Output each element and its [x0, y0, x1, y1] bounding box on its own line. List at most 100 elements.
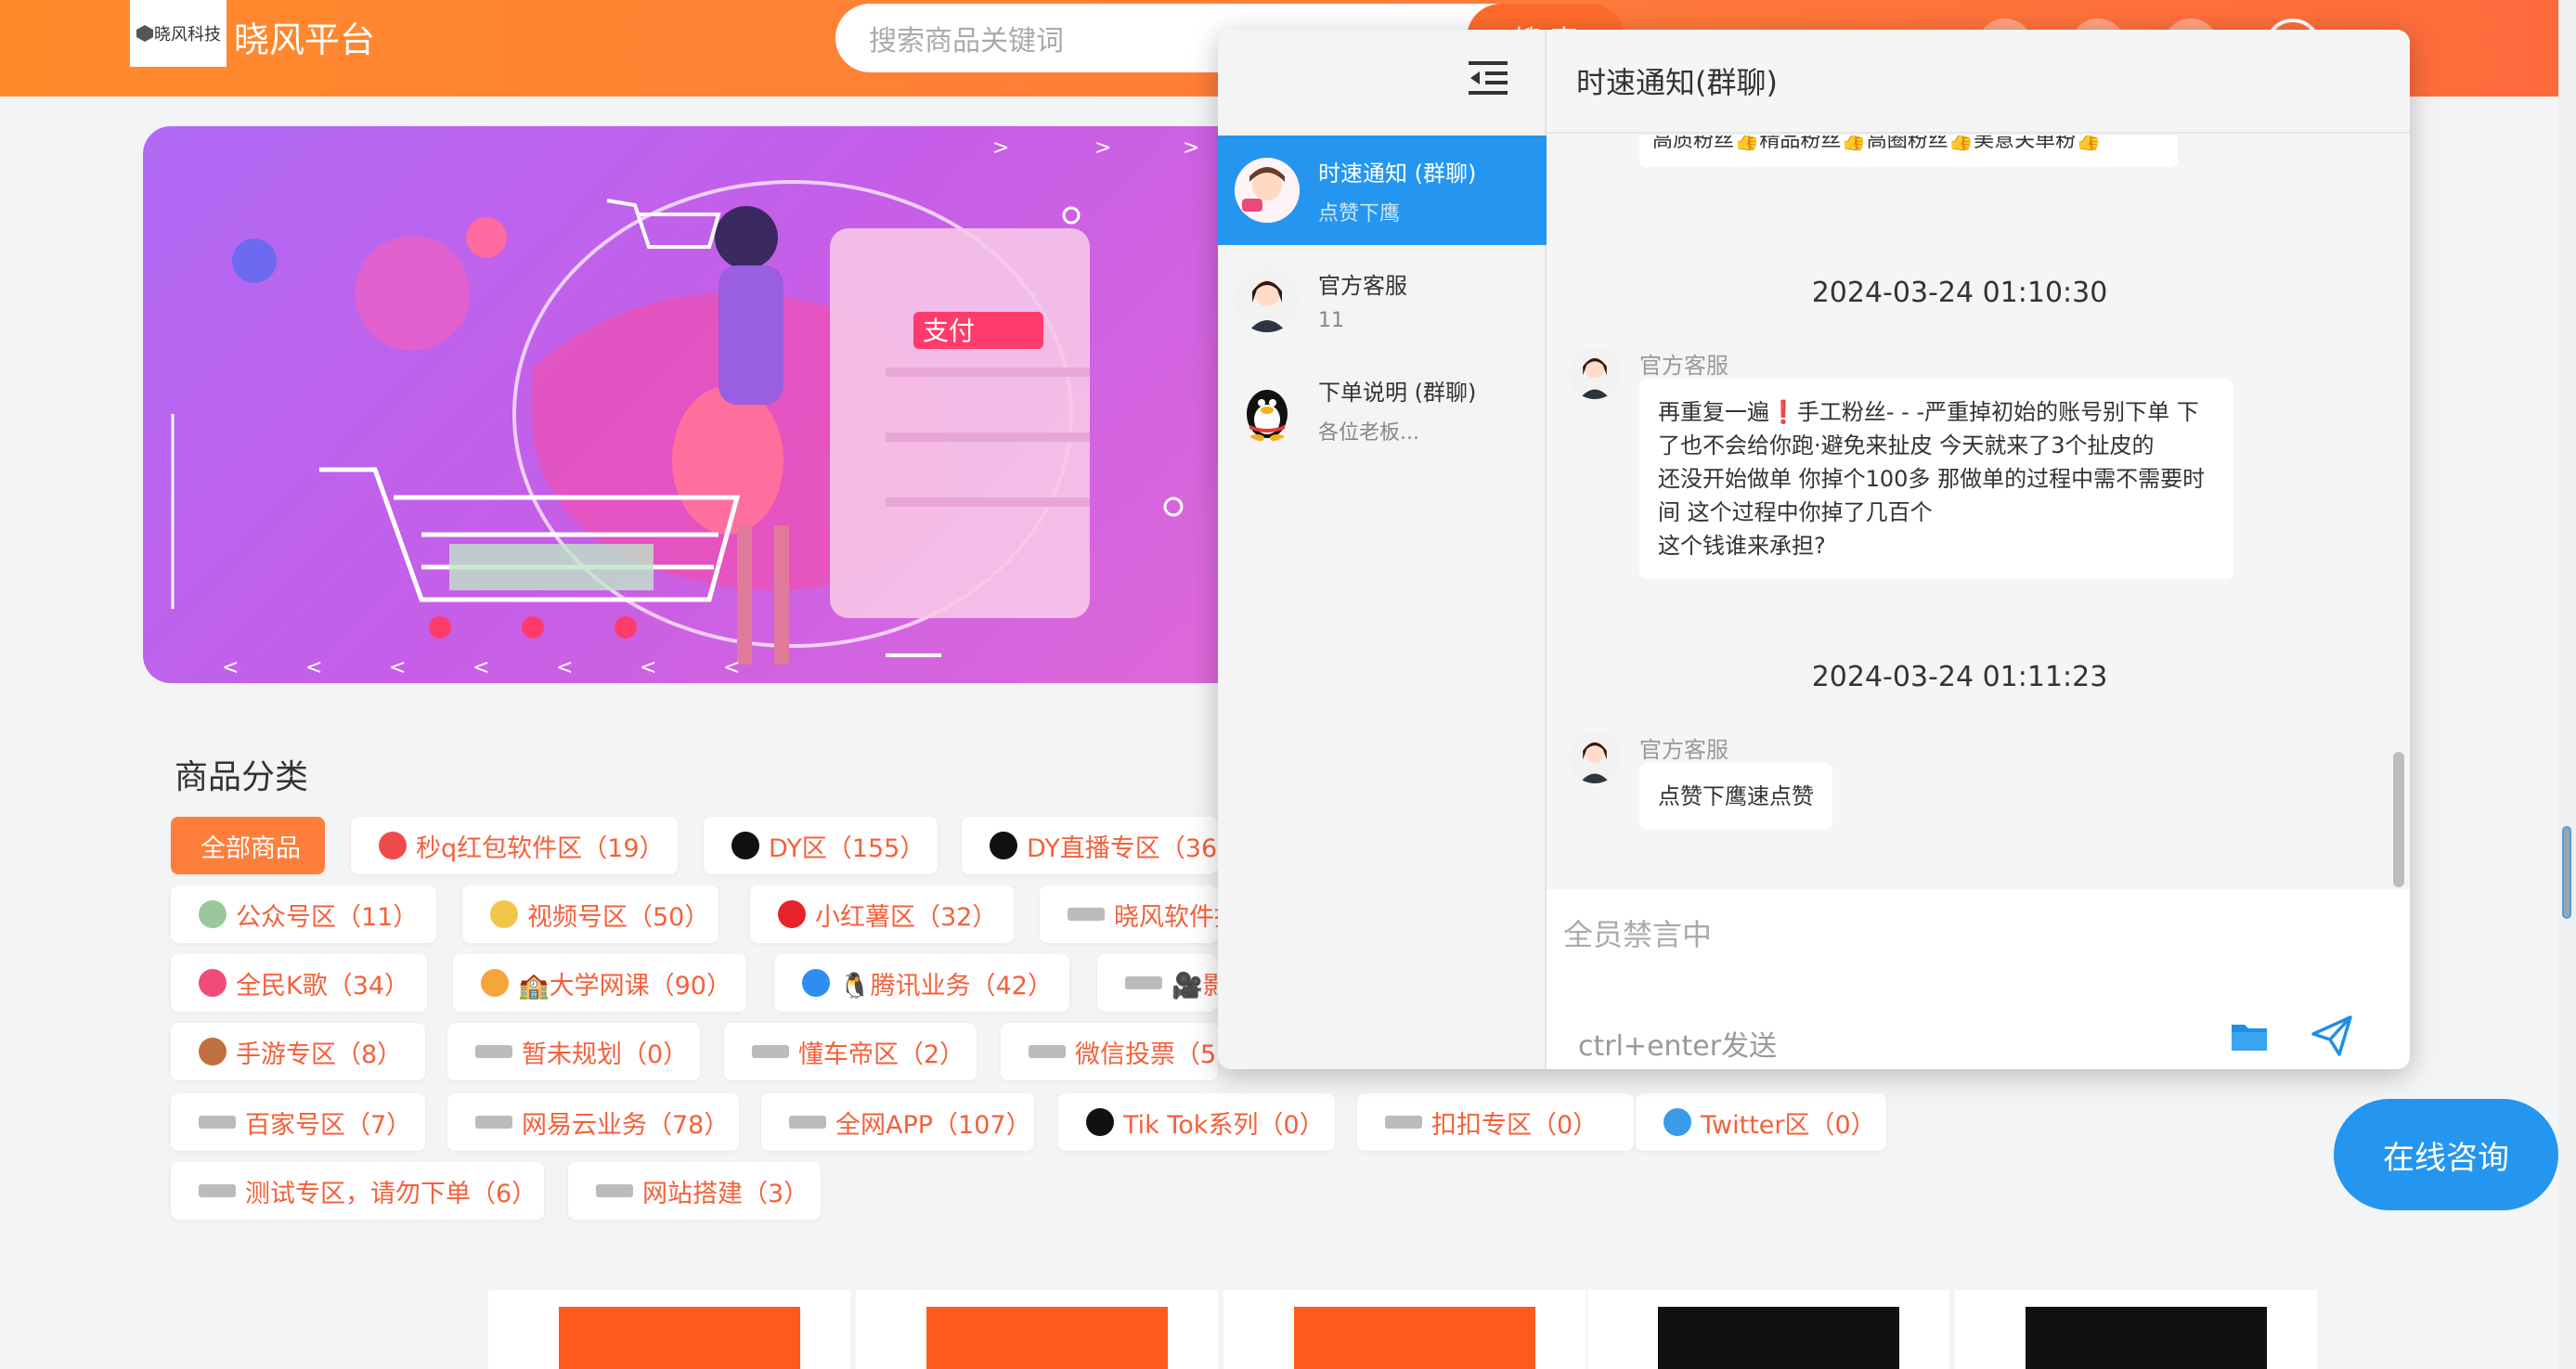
category-item[interactable]: 全网APP（107）	[761, 1093, 1034, 1151]
category-item[interactable]: 网站搭建（3）	[568, 1162, 821, 1220]
page-scrollbar[interactable]	[2558, 0, 2576, 1369]
category-item[interactable]: 懂车帝区（2）	[724, 1023, 977, 1080]
category-item[interactable]: 微信投票（5）	[1001, 1023, 1218, 1080]
brand-logo-icon	[789, 1116, 826, 1129]
sender-avatar	[1569, 347, 1621, 399]
red-circle-icon	[379, 832, 407, 859]
brand-logo-icon	[199, 1184, 236, 1197]
message-scrollbar-thumb[interactable]	[2393, 752, 2404, 887]
category-label: 全网APP（107）	[835, 1110, 1031, 1140]
promo-banner[interactable]: 支付 > > > < < < < < < <	[143, 126, 1405, 683]
svg-text:>: >	[1094, 136, 1111, 160]
category-label: 公众号区（11）	[236, 902, 419, 932]
category-label: 网易云业务（78）	[522, 1110, 730, 1140]
svg-text:<: <	[389, 656, 406, 679]
site-logo[interactable]: 晓风科技	[130, 0, 227, 67]
tiktok-icon	[990, 832, 1017, 859]
product-card[interactable]	[1955, 1290, 2317, 1369]
product-thumbnail	[1658, 1307, 1899, 1369]
qq-avatar	[1235, 377, 1300, 442]
product-card[interactable]	[1587, 1290, 1949, 1369]
conversation-preview: 点赞下鹰	[1318, 201, 1401, 226]
xiaohongshu-icon	[778, 900, 806, 928]
qq-penguin-icon	[1247, 390, 1288, 442]
product-card[interactable]	[488, 1290, 850, 1369]
send-icon[interactable]	[2310, 1014, 2354, 1058]
category-item[interactable]: 扣扣专区（0）	[1357, 1093, 1634, 1151]
category-label: 懂车帝区（2）	[798, 1040, 965, 1069]
page-scrollbar-thumb[interactable]	[2562, 826, 2571, 919]
product-thumbnail	[926, 1307, 1168, 1369]
category-item[interactable]: 百家号区（7）	[171, 1093, 425, 1151]
category-label: DY直播专区（36）	[1027, 833, 1218, 863]
conversation-name: 下单说明 (群聊)	[1318, 379, 1477, 406]
category-label: 视频号区（50）	[527, 902, 710, 932]
category-item[interactable]: 视频号区（50）	[462, 885, 718, 943]
svg-text:<: <	[472, 656, 489, 679]
category-label: 🎥影	[1171, 971, 1218, 1001]
svg-text:支付: 支付	[923, 316, 975, 346]
site-name[interactable]: 晓风平台	[234, 11, 375, 62]
brand-logo-icon	[199, 1116, 236, 1129]
category-label: 测试专区，请勿下单（6）	[245, 1179, 537, 1208]
message-line: 了也不会给你跑·避免来扯皮 今天就来了3个扯皮的	[1658, 433, 2155, 458]
category-item[interactable]: 手游专区（8）	[171, 1023, 425, 1080]
tiktok-icon	[1086, 1108, 1114, 1136]
category-all[interactable]: 全部商品	[171, 817, 325, 874]
category-item[interactable]: DY直播专区（36）	[962, 817, 1218, 874]
conversation-item[interactable]: 下单说明 (群聊) 各位老板...	[1218, 355, 1547, 464]
conversation-item[interactable]: 官方客服 11	[1218, 245, 1547, 355]
logo-text: 晓风科技	[154, 25, 221, 45]
category-label: 百家号区（7）	[245, 1110, 412, 1140]
category-label: 手游专区（8）	[236, 1040, 403, 1069]
message-input-area[interactable]: 全员禁言中 ctrl+enter发送	[1547, 889, 2410, 1069]
product-card[interactable]	[856, 1290, 1218, 1369]
category-item[interactable]: 🎥影	[1097, 954, 1218, 1012]
brand-logo-icon	[475, 1116, 512, 1129]
category-item[interactable]: 网易云业务（78）	[447, 1093, 739, 1151]
customer-service-icon	[1569, 347, 1621, 399]
course-icon	[481, 969, 509, 997]
category-item[interactable]: 暂未规划（0）	[447, 1023, 700, 1080]
online-consult-button[interactable]: 在线咨询	[2334, 1099, 2558, 1210]
conversation-name: 官方客服	[1318, 273, 1407, 299]
collapse-menu-icon[interactable]	[1467, 59, 1509, 97]
conversation-preview: 各位老板...	[1318, 420, 1419, 445]
category-label: 全民K歌（34）	[236, 971, 410, 1001]
message-line: 间 这个过程中你掉了几百个	[1658, 499, 1933, 525]
category-item[interactable]: 测试专区，请勿下单（6）	[171, 1162, 544, 1220]
conversation-sidebar: 时速通知 (群聊) 点赞下鹰 官方客服 11 下单说明 (群聊) 各位老板...	[1218, 30, 1547, 1069]
twitter-icon	[1663, 1108, 1691, 1136]
folder-icon[interactable]	[2230, 1019, 2269, 1053]
category-item[interactable]: DY区（155）	[704, 817, 938, 874]
category-item[interactable]: 🏫大学网课（90）	[453, 954, 746, 1012]
product-thumbnail	[559, 1307, 800, 1369]
category-item[interactable]: 🐧腾讯业务（42）	[774, 954, 1069, 1012]
brand-logo-icon	[752, 1045, 789, 1058]
category-item[interactable]: Tik Tok系列（0）	[1058, 1093, 1335, 1151]
category-item[interactable]: 晓风软件授	[1040, 885, 1218, 943]
svg-text:<: <	[723, 656, 740, 679]
category-label: 微信投票（5）	[1075, 1040, 1218, 1069]
conversation-item[interactable]: 时速通知 (群聊) 点赞下鹰	[1218, 136, 1547, 245]
customer-service-icon	[1569, 731, 1621, 783]
category-item[interactable]: Twitter区（0）	[1636, 1093, 1886, 1151]
shopping-illustration: 支付 > > > < < < < < < <	[171, 136, 1199, 679]
category-item[interactable]: 全民K歌（34）	[171, 954, 427, 1012]
svg-text:>: >	[992, 136, 1009, 160]
message-scrollbar[interactable]	[2391, 136, 2404, 889]
category-label: 扣扣专区（0）	[1431, 1110, 1599, 1140]
category-label: 🐧腾讯业务（42）	[839, 971, 1053, 1001]
message-line: 再重复一遍❗手工粉丝- - -严重掉初始的账号别下单 下	[1658, 399, 2199, 425]
category-item[interactable]: 小红薯区（32）	[750, 885, 1014, 943]
category-item[interactable]: 公众号区（11）	[171, 885, 436, 943]
product-card[interactable]	[1223, 1290, 1586, 1369]
wechat-icon	[199, 900, 227, 928]
category-label: 小红薯区（32）	[815, 902, 998, 932]
conversation-preview: 11	[1318, 309, 1344, 332]
category-label: 网站搭建（3）	[642, 1179, 809, 1208]
tiktok-icon	[731, 832, 759, 859]
category-label: DY区（155）	[769, 833, 926, 863]
category-label: Twitter区（0）	[1701, 1110, 1876, 1140]
category-item[interactable]: 秒q红包软件区（19）	[351, 817, 678, 874]
